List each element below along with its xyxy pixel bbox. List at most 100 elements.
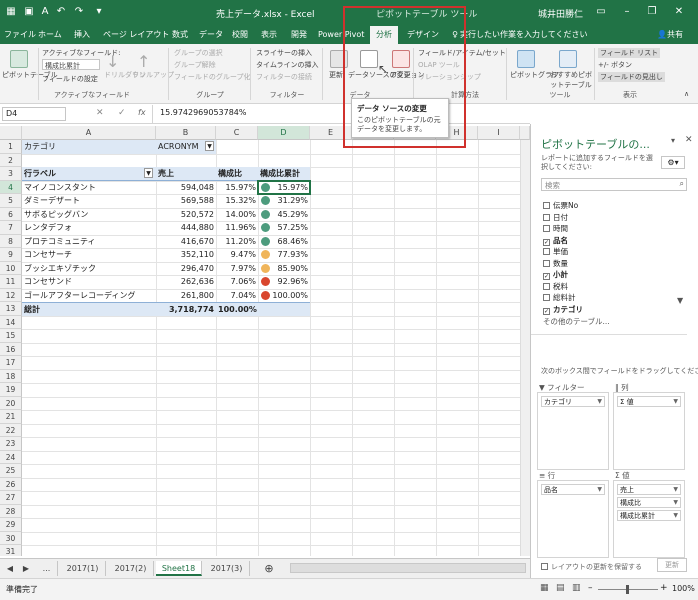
checkbox[interactable] — [543, 248, 550, 255]
row-header[interactable]: 17 — [0, 356, 22, 370]
row-header[interactable]: 25 — [0, 464, 22, 478]
ratio-cell[interactable]: 11.20% — [216, 235, 258, 249]
checkbox-checked[interactable]: ✓ — [543, 238, 550, 246]
row-header[interactable]: 22 — [0, 423, 22, 437]
row-header[interactable]: 3 — [0, 167, 22, 181]
filter-area-box[interactable]: カテゴリ ▼ — [537, 392, 609, 470]
prev-sheet-icon[interactable]: ◀ — [4, 561, 16, 576]
normal-view-icon[interactable]: ▦ — [540, 583, 549, 593]
row-header[interactable]: 21 — [0, 410, 22, 424]
field-item[interactable]: 単価 — [543, 246, 568, 257]
quick-access-icon[interactable]: ▾ — [92, 5, 106, 19]
total-ratio[interactable]: 100.00% — [216, 302, 258, 316]
tab-page-layout[interactable]: ページ レイアウト — [103, 26, 169, 44]
row-header[interactable]: 6 — [0, 207, 22, 221]
sheet-tab[interactable]: 2017(1) — [60, 561, 106, 576]
zoom-out-icon[interactable]: – — [588, 583, 593, 593]
filter-connections-button[interactable]: フィルターの接続 — [256, 72, 312, 82]
formula-input[interactable]: 15.9742969053784% — [160, 108, 247, 117]
row-header[interactable]: 15 — [0, 329, 22, 343]
pane-dropdown-icon[interactable]: ▾ — [671, 136, 675, 145]
drill-up-icon[interactable]: ↑ — [137, 52, 150, 71]
row-header[interactable]: 18 — [0, 369, 22, 383]
columns-chip[interactable]: Σ 値 ▼ — [617, 396, 681, 407]
checkbox-checked[interactable]: ✓ — [543, 273, 550, 280]
sales-cell[interactable]: 594,048 — [156, 181, 216, 195]
zoom-level[interactable]: 100% — [672, 584, 695, 593]
checkbox[interactable] — [543, 294, 550, 301]
row-header[interactable]: 7 — [0, 221, 22, 235]
tab-formulas[interactable]: 数式 — [170, 26, 190, 44]
defer-update-checkbox[interactable]: レイアウトの更新を保留する — [541, 562, 642, 572]
ratio-cell[interactable]: 9.47% — [216, 248, 258, 262]
row-header[interactable]: 29 — [0, 518, 22, 532]
add-sheet-icon[interactable]: ⊕ — [262, 561, 276, 576]
close-icon[interactable]: ✕ — [672, 5, 686, 19]
row-header[interactable]: 30 — [0, 531, 22, 545]
sales-cell[interactable]: 261,800 — [156, 289, 216, 303]
tab-data[interactable]: データ — [199, 26, 223, 44]
pivot-table-icon[interactable] — [10, 50, 28, 68]
font-color-icon[interactable]: A — [38, 5, 52, 19]
worksheet-grid[interactable]: A B C D E F G H I 1234567891011121314151… — [0, 126, 530, 556]
sales-cell[interactable]: 416,670 — [156, 235, 216, 249]
row-header[interactable]: 1 — [0, 140, 22, 154]
recommended-pivot-button[interactable]: おすすめピボットテーブル — [548, 70, 594, 90]
sales-cell[interactable]: 262,636 — [156, 275, 216, 289]
undo-icon[interactable]: ↶ — [54, 5, 68, 19]
ratio-cell[interactable]: 15.32% — [216, 194, 258, 208]
group-field-button[interactable]: フィールドのグループ化 — [174, 72, 250, 82]
row-header[interactable]: 26 — [0, 477, 22, 491]
vertical-scrollbar[interactable] — [520, 140, 530, 556]
sheet-tab[interactable]: 2017(3) — [204, 561, 250, 576]
redo-icon[interactable]: ↷ — [72, 5, 86, 19]
values-chip[interactable]: 構成比累計 ▼ — [617, 510, 681, 521]
row-header[interactable]: 5 — [0, 194, 22, 208]
row-header[interactable]: 13 — [0, 302, 22, 316]
checkbox[interactable] — [541, 563, 548, 570]
column-header[interactable]: D — [258, 126, 310, 140]
row-label-cell[interactable]: コンセサンド — [22, 275, 156, 289]
field-item[interactable]: 伝票No — [543, 200, 578, 211]
tab-home[interactable]: ホーム — [38, 26, 62, 44]
recommended-pivot-icon[interactable] — [559, 50, 577, 68]
collapse-ribbon-icon[interactable]: ∧ — [684, 90, 689, 98]
ratio-cell[interactable]: 7.04% — [216, 289, 258, 303]
columns-area-box[interactable]: Σ 値 ▼ — [613, 392, 685, 470]
row-label-cell[interactable]: サボるピッグバン — [22, 208, 156, 222]
filter-chip[interactable]: カテゴリ ▼ — [541, 396, 605, 407]
active-field-input[interactable]: 構成比累計 — [42, 59, 100, 70]
field-item[interactable]: 時間 — [543, 223, 568, 234]
sales-cell[interactable]: 296,470 — [156, 262, 216, 276]
field-search-input[interactable]: 検索 ⌕ — [541, 178, 687, 191]
field-list-toggle[interactable]: フィールド リスト — [598, 48, 661, 58]
tab-insert[interactable]: 挿入 — [70, 26, 94, 44]
row-header[interactable]: 28 — [0, 504, 22, 518]
checkbox-checked[interactable]: ✓ — [543, 307, 550, 315]
tell-me-input[interactable]: 実行したい作業を入力してください — [460, 26, 588, 44]
ratio-cell[interactable]: 14.00% — [216, 208, 258, 222]
refresh-button[interactable]: 更新 — [329, 70, 343, 80]
row-label-cell[interactable]: ゴールアフターレコーディング — [22, 289, 156, 303]
field-item[interactable]: 日付 — [543, 212, 568, 223]
sheet-tab[interactable]: 2017(2) — [108, 561, 154, 576]
select-all-corner[interactable] — [0, 126, 22, 140]
row-header[interactable]: 24 — [0, 450, 22, 464]
sales-cell[interactable]: 520,572 — [156, 208, 216, 222]
plus-minus-buttons-toggle[interactable]: +/- ボタン — [598, 60, 632, 70]
row-header[interactable]: 2 — [0, 153, 22, 167]
row-header[interactable]: 8 — [0, 234, 22, 248]
row-label-cell[interactable]: ダミーデザート — [22, 194, 156, 208]
row-header[interactable]: 9 — [0, 248, 22, 262]
ribbon-options-icon[interactable]: ▭ — [594, 5, 608, 19]
ratio-cell[interactable]: 11.96% — [216, 221, 258, 235]
row-header[interactable]: 23 — [0, 437, 22, 451]
values-chip[interactable]: 売上 ▼ — [617, 484, 681, 495]
ratio-cell[interactable]: 7.97% — [216, 262, 258, 276]
name-box[interactable]: D4 — [2, 107, 66, 121]
column-header[interactable] — [520, 126, 530, 140]
ratio-cell[interactable]: 7.06% — [216, 275, 258, 289]
checkbox[interactable] — [543, 282, 550, 290]
user-name[interactable]: 城井田勝仁 — [538, 7, 583, 20]
row-header[interactable]: 14 — [0, 315, 22, 329]
